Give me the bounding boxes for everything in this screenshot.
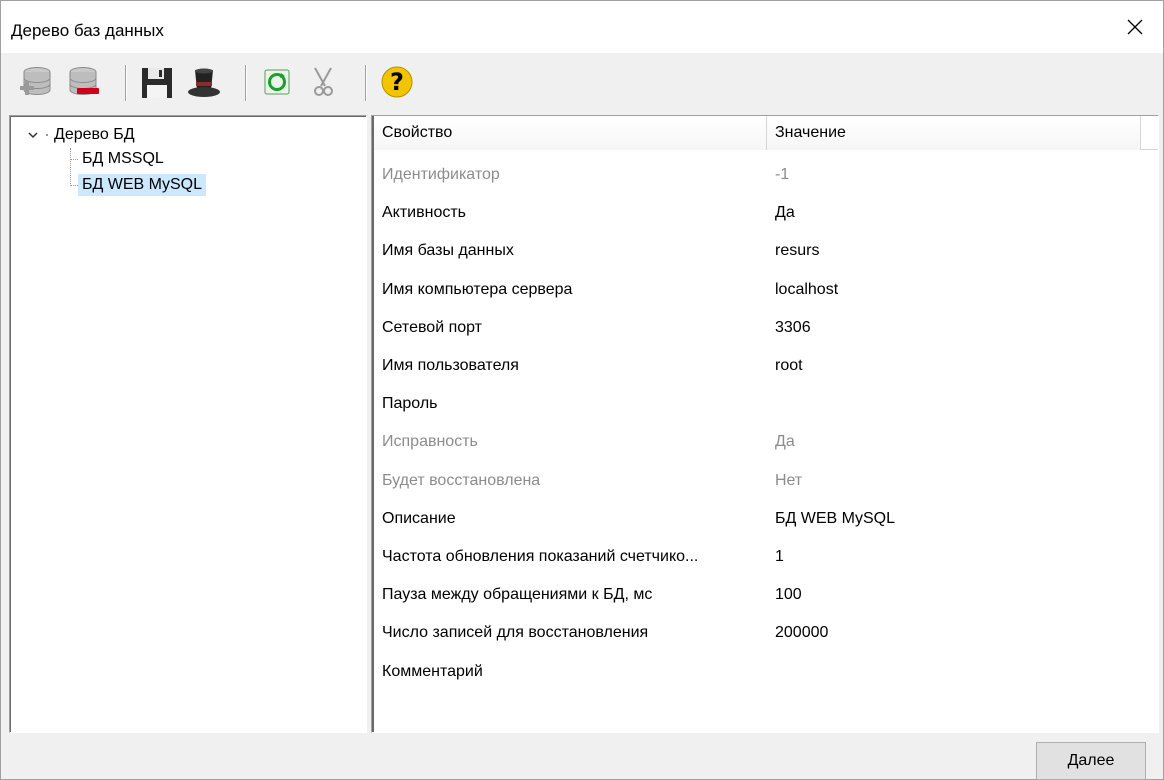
svg-text:?: ? [390, 68, 404, 96]
scissors-icon [314, 67, 333, 96]
property-name: Комментарий [382, 662, 483, 680]
database-tree-window: Дерево баз данных ? Дерево БД БД MSSQL Б… [0, 0, 1164, 780]
window-title: Дерево баз данных [11, 21, 164, 40]
next-button[interactable]: Далее [1036, 742, 1146, 780]
help-button[interactable]: ? [375, 59, 419, 105]
help-icon: ? [381, 66, 413, 98]
grid-header: Свойство Значение [374, 116, 1158, 150]
refresh-icon [264, 69, 290, 95]
property-value[interactable]: localhost [767, 281, 1141, 299]
column-header-value[interactable]: Значение [767, 116, 1141, 150]
property-name: Идентификатор [382, 166, 500, 184]
property-value[interactable]: 3306 [767, 319, 1141, 337]
property-row[interactable]: Имя компьютера сервера localhost [374, 271, 1158, 309]
tree-item-web-mysql[interactable]: БД WEB MySQL [78, 174, 207, 196]
property-row[interactable]: Сетевой порт 3306 [374, 309, 1158, 347]
remove-database-button[interactable] [61, 59, 105, 105]
close-icon [1127, 19, 1143, 35]
property-value[interactable]: resurs [767, 242, 1141, 260]
property-row[interactable]: Частота обновления показаний счетчико...… [374, 538, 1158, 576]
cut-button[interactable] [301, 59, 345, 105]
property-value[interactable]: 200000 [767, 624, 1141, 642]
tree-connector [46, 134, 48, 136]
property-row[interactable]: Описание БД WEB MySQL [374, 500, 1158, 538]
close-button[interactable] [1107, 1, 1163, 53]
magic-hat-icon [188, 68, 220, 97]
refresh-button[interactable] [255, 59, 299, 105]
save-button[interactable] [135, 59, 179, 105]
property-name: Будет восстановлена [382, 471, 541, 489]
property-row[interactable]: Комментарий [374, 652, 1158, 690]
toolbar: ? [1, 53, 1163, 113]
property-name: Число записей для восстановления [382, 624, 649, 642]
column-header-property[interactable]: Свойство [374, 116, 767, 150]
property-value[interactable]: 1 [767, 548, 1141, 566]
tree-item-label: БД WEB MySQL [82, 176, 203, 193]
wizard-button[interactable] [181, 59, 225, 105]
property-value[interactable]: root [767, 357, 1141, 375]
property-name: Пауза между обращениями к БД, мс [382, 586, 653, 604]
property-row[interactable]: Исправность Да [374, 423, 1158, 461]
property-name: Имя компьютера сервера [382, 280, 573, 298]
add-database-button[interactable] [15, 59, 59, 105]
property-value: Нет [775, 471, 803, 489]
property-name: Активность [382, 204, 467, 222]
property-row[interactable]: Активность Да [374, 194, 1158, 232]
tree-root-node[interactable]: Дерево БД [24, 124, 135, 146]
property-name: Имя пользователя [382, 357, 519, 375]
tree-item-mssql[interactable]: БД MSSQL [78, 148, 168, 170]
property-name: Исправность [382, 433, 478, 451]
property-row[interactable]: Имя базы данных resurs [374, 232, 1158, 270]
property-value[interactable]: Да [767, 204, 1141, 222]
toolbar-separator [365, 65, 367, 101]
property-value[interactable]: БД WEB MySQL [767, 510, 1141, 528]
tree-expander[interactable] [24, 126, 42, 144]
property-value[interactable]: 100 [767, 586, 1141, 604]
toolbar-separator [245, 65, 247, 101]
remove-database-icon [69, 67, 99, 95]
property-grid[interactable]: Свойство Значение Идентификатор -1 Актив… [371, 115, 1159, 733]
chevron-down-icon [28, 132, 38, 139]
property-name: Описание [382, 509, 456, 527]
add-database-icon [20, 67, 51, 95]
property-row[interactable]: Число записей для восстановления 200000 [374, 614, 1158, 652]
title-bar: Дерево баз данных [1, 1, 1163, 53]
property-value: -1 [775, 166, 790, 184]
property-row[interactable]: Имя пользователя root [374, 347, 1158, 385]
property-row[interactable]: Пауза между обращениями к БД, мс 100 [374, 576, 1158, 614]
tree-item-label: БД MSSQL [82, 150, 164, 167]
property-row[interactable]: Идентификатор -1 [374, 156, 1158, 194]
property-name: Пароль [382, 395, 438, 413]
database-tree[interactable]: Дерево БД БД MSSQL БД WEB MySQL [9, 115, 367, 733]
toolbar-separator [125, 65, 127, 101]
property-rows: Идентификатор -1 Активность Да Имя базы … [374, 156, 1158, 691]
save-icon [142, 68, 172, 98]
tree-connector [70, 148, 71, 186]
property-name: Сетевой порт [382, 318, 483, 336]
tree-connector [70, 185, 78, 186]
property-name: Частота обновления показаний счетчико... [382, 547, 699, 565]
tree-root-label: Дерево БД [54, 126, 135, 143]
property-name: Имя базы данных [382, 242, 514, 260]
property-row[interactable]: Будет восстановлена Нет [374, 462, 1158, 500]
tree-connector [70, 159, 78, 160]
property-value: Да [775, 433, 795, 451]
property-row[interactable]: Пароль [374, 385, 1158, 423]
